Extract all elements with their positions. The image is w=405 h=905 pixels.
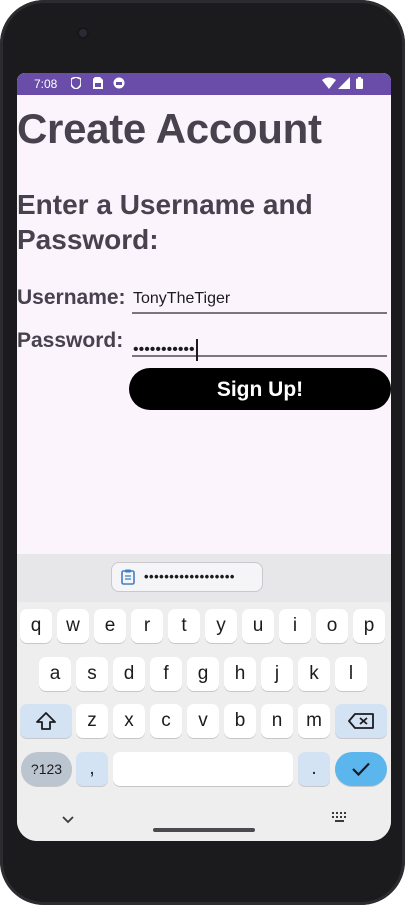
front-camera — [77, 27, 89, 39]
key-e[interactable]: e — [94, 609, 126, 643]
key-m[interactable]: m — [298, 704, 330, 738]
home-gesture-bar[interactable] — [153, 828, 255, 832]
key-y[interactable]: y — [205, 609, 237, 643]
key-t[interactable]: t — [168, 609, 200, 643]
key-g[interactable]: g — [187, 657, 219, 691]
key-a[interactable]: a — [39, 657, 71, 691]
key-r[interactable]: r — [131, 609, 163, 643]
page-title: Create Account — [17, 105, 322, 152]
key-f[interactable]: f — [150, 657, 182, 691]
clipboard-suggestion-text: •••••••••••••••••• — [144, 569, 235, 584]
clipboard-icon — [121, 569, 135, 585]
done-key[interactable] — [335, 752, 387, 786]
backspace-icon — [348, 713, 374, 729]
sign-up-button[interactable]: Sign Up! — [129, 368, 391, 410]
sim-card-icon — [93, 77, 103, 89]
key-j[interactable]: j — [261, 657, 293, 691]
keyboard-switcher-icon[interactable] — [332, 812, 348, 824]
screen: 7:08 Create Account Enter a Username and… — [17, 73, 391, 841]
cellular-signal-icon — [338, 77, 350, 89]
text-cursor — [195, 339, 198, 361]
key-w[interactable]: w — [57, 609, 89, 643]
backspace-key[interactable] — [335, 704, 387, 738]
key-s[interactable]: s — [76, 657, 108, 691]
password-value: ••••••••••• — [133, 339, 198, 361]
play-protect-icon — [71, 77, 81, 89]
comma-key[interactable]: , — [76, 752, 108, 786]
key-i[interactable]: i — [279, 609, 311, 643]
status-time: 7:08 — [34, 77, 58, 91]
soft-keyboard: •••••••••••••••••• q w e r t y u i o p a… — [17, 554, 391, 841]
key-p[interactable]: p — [353, 609, 385, 643]
space-bar[interactable] — [113, 752, 293, 786]
hide-keyboard-chevron-icon[interactable] — [62, 816, 74, 824]
password-mask: ••••••••••• — [133, 341, 195, 359]
symbols-key[interactable]: ?123 — [21, 752, 72, 786]
shift-icon — [36, 712, 56, 730]
status-bar: 7:08 — [17, 73, 391, 95]
key-v[interactable]: v — [187, 704, 219, 738]
password-label: Password: — [17, 329, 124, 352]
key-l[interactable]: l — [335, 657, 367, 691]
key-d[interactable]: d — [113, 657, 145, 691]
key-q[interactable]: q — [20, 609, 52, 643]
phone-frame: 7:08 Create Account Enter a Username and… — [0, 0, 405, 905]
key-h[interactable]: h — [224, 657, 256, 691]
key-c[interactable]: c — [150, 704, 182, 738]
clipboard-suggestion-chip[interactable]: •••••••••••••••••• — [111, 562, 263, 592]
key-z[interactable]: z — [76, 704, 108, 738]
wifi-icon — [322, 77, 336, 89]
key-n[interactable]: n — [261, 704, 293, 738]
period-key[interactable]: . — [298, 752, 330, 786]
page-subtitle: Enter a Username and Password: — [17, 189, 313, 255]
battery-icon — [356, 77, 363, 89]
key-x[interactable]: x — [113, 704, 145, 738]
suggestion-strip: •••••••••••••••••• — [17, 554, 391, 602]
username-field[interactable] — [132, 286, 387, 314]
key-u[interactable]: u — [242, 609, 274, 643]
key-o[interactable]: o — [316, 609, 348, 643]
shift-key[interactable] — [20, 704, 72, 738]
checkmark-icon — [352, 762, 370, 777]
username-label: Username: — [17, 286, 126, 309]
app-notification-icon — [113, 77, 125, 89]
key-k[interactable]: k — [298, 657, 330, 691]
key-b[interactable]: b — [224, 704, 256, 738]
